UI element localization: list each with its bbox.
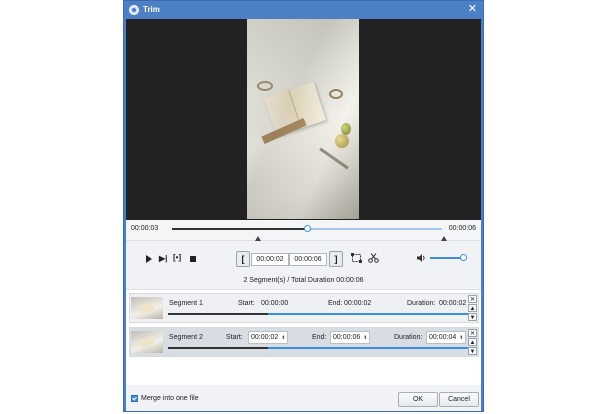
end-time-field[interactable]: 00:00:06	[289, 253, 327, 266]
start-value: 00:00:02	[251, 334, 279, 341]
ok-button[interactable]: OK	[398, 392, 438, 407]
end-value: 00:00:06	[333, 334, 361, 341]
speaker-icon[interactable]	[416, 253, 426, 263]
app-logo-icon	[129, 5, 139, 15]
total-time: 00:00:06	[448, 225, 476, 232]
current-time: 00:00:03	[131, 225, 159, 232]
start-label: Start:	[238, 300, 255, 307]
playhead-knob[interactable]	[304, 225, 311, 232]
spinner-arrows-icon[interactable]: ⬍	[459, 335, 463, 341]
end-label: End:	[328, 300, 343, 307]
move-up-icon[interactable]: ▲	[468, 338, 477, 346]
remove-segment-icon[interactable]: ✕	[468, 329, 477, 337]
spinner-arrows-icon[interactable]: ⬍	[363, 335, 367, 341]
next-frame-icon[interactable]: ▶|	[159, 255, 167, 263]
segment-side-buttons: ✕ ▲ ▼	[468, 295, 477, 321]
segment-thumbnail	[131, 297, 163, 319]
play-icon[interactable]	[146, 255, 152, 263]
merge-label[interactable]: Merge into one file	[141, 395, 199, 402]
start-time-field[interactable]: 00:00:02	[251, 253, 289, 266]
clip-icon[interactable]: [•]	[173, 254, 181, 262]
start-marker-icon[interactable]	[255, 236, 261, 241]
move-down-icon[interactable]: ▼	[468, 313, 477, 321]
duration-value: 00:00:04	[429, 334, 457, 341]
segment-thumbnail	[131, 331, 163, 353]
timeline-track[interactable]	[172, 225, 442, 232]
spinner-arrows-icon[interactable]: ⬍	[281, 335, 285, 341]
played-range	[172, 228, 307, 230]
dialog-footer: Merge into one file OK Cancel	[126, 385, 481, 411]
cut-icon[interactable]	[368, 253, 379, 263]
set-end-button[interactable]: ]	[329, 251, 343, 267]
segment-progress-fill	[168, 313, 268, 315]
move-up-icon[interactable]: ▲	[468, 304, 477, 312]
move-down-icon[interactable]: ▼	[468, 347, 477, 355]
set-start-button[interactable]: [	[236, 251, 250, 267]
end-marker-icon[interactable]	[441, 236, 447, 241]
end-label: End:	[312, 334, 327, 341]
start-time-spinner[interactable]: 00:00:02 ⬍	[248, 331, 289, 344]
duration-value: 00:00:02	[439, 300, 467, 307]
segment-name: Segment 2	[169, 334, 203, 341]
window-title: Trim	[143, 5, 160, 14]
stop-icon[interactable]	[190, 256, 196, 262]
segment-progress-fill	[168, 347, 268, 349]
segment-progress	[168, 347, 470, 349]
end-time-spinner[interactable]: 00:00:06 ⬍	[330, 331, 371, 344]
cancel-button[interactable]: Cancel	[439, 392, 479, 407]
close-icon[interactable]: ✕	[468, 3, 477, 15]
segments-summary: 2 Segment(s) / Total Duration 00:00:06	[243, 277, 364, 284]
end-value: 00:00:02	[344, 300, 372, 307]
playback-controls: ▶| [•] [ 00:00:02 00:00:06 ]	[126, 245, 481, 275]
video-preview	[126, 19, 481, 220]
split-segment-icon[interactable]	[351, 253, 362, 263]
title-bar: Trim ✕	[124, 1, 483, 19]
duration-label: Duration:	[407, 300, 436, 307]
segment-side-buttons: ✕ ▲ ▼	[468, 329, 477, 355]
dialog-content: 00:00:03 00:00:06 ▶| [•] [ 00:00:02 00:0…	[126, 19, 481, 411]
segment-progress	[168, 313, 470, 315]
volume-slider[interactable]	[430, 257, 464, 259]
segment-list: Segment 1 Start: 00:00:00 End: 00:00:02 …	[126, 289, 481, 400]
video-frame	[247, 19, 359, 219]
trim-dialog: Trim ✕ 00:00:03 00:00:06 ▶| [•] [00:00:…	[123, 0, 484, 412]
start-value: 00:00:00	[261, 300, 289, 307]
merge-checkbox[interactable]	[131, 395, 138, 402]
shadow-overlay	[247, 19, 359, 219]
timeline-bar: 00:00:03 00:00:06	[126, 220, 481, 241]
segment-name: Segment 1	[169, 300, 203, 307]
segment-row[interactable]: Segment 2 Start: 00:00:02 ⬍ End: 00:00:06…	[129, 327, 479, 357]
duration-spinner[interactable]: 00:00:04 ⬍	[426, 331, 467, 344]
segment-row[interactable]: Segment 1 Start: 00:00:00 End: 00:00:02 …	[129, 293, 479, 323]
duration-label: Duration:	[394, 334, 423, 341]
remove-segment-icon[interactable]: ✕	[468, 295, 477, 303]
start-label: Start:	[226, 334, 243, 341]
volume-knob[interactable]	[460, 254, 467, 261]
